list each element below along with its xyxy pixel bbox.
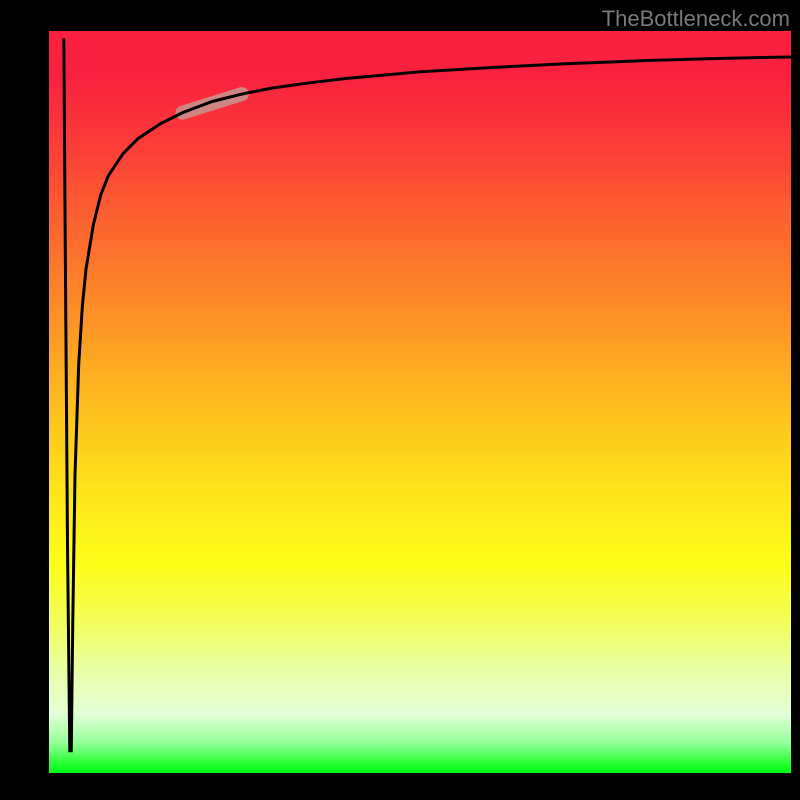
watermark-text: TheBottleneck.com xyxy=(602,6,790,32)
plot-area xyxy=(49,31,791,773)
curve-svg xyxy=(49,31,791,773)
main-curve xyxy=(64,38,791,750)
